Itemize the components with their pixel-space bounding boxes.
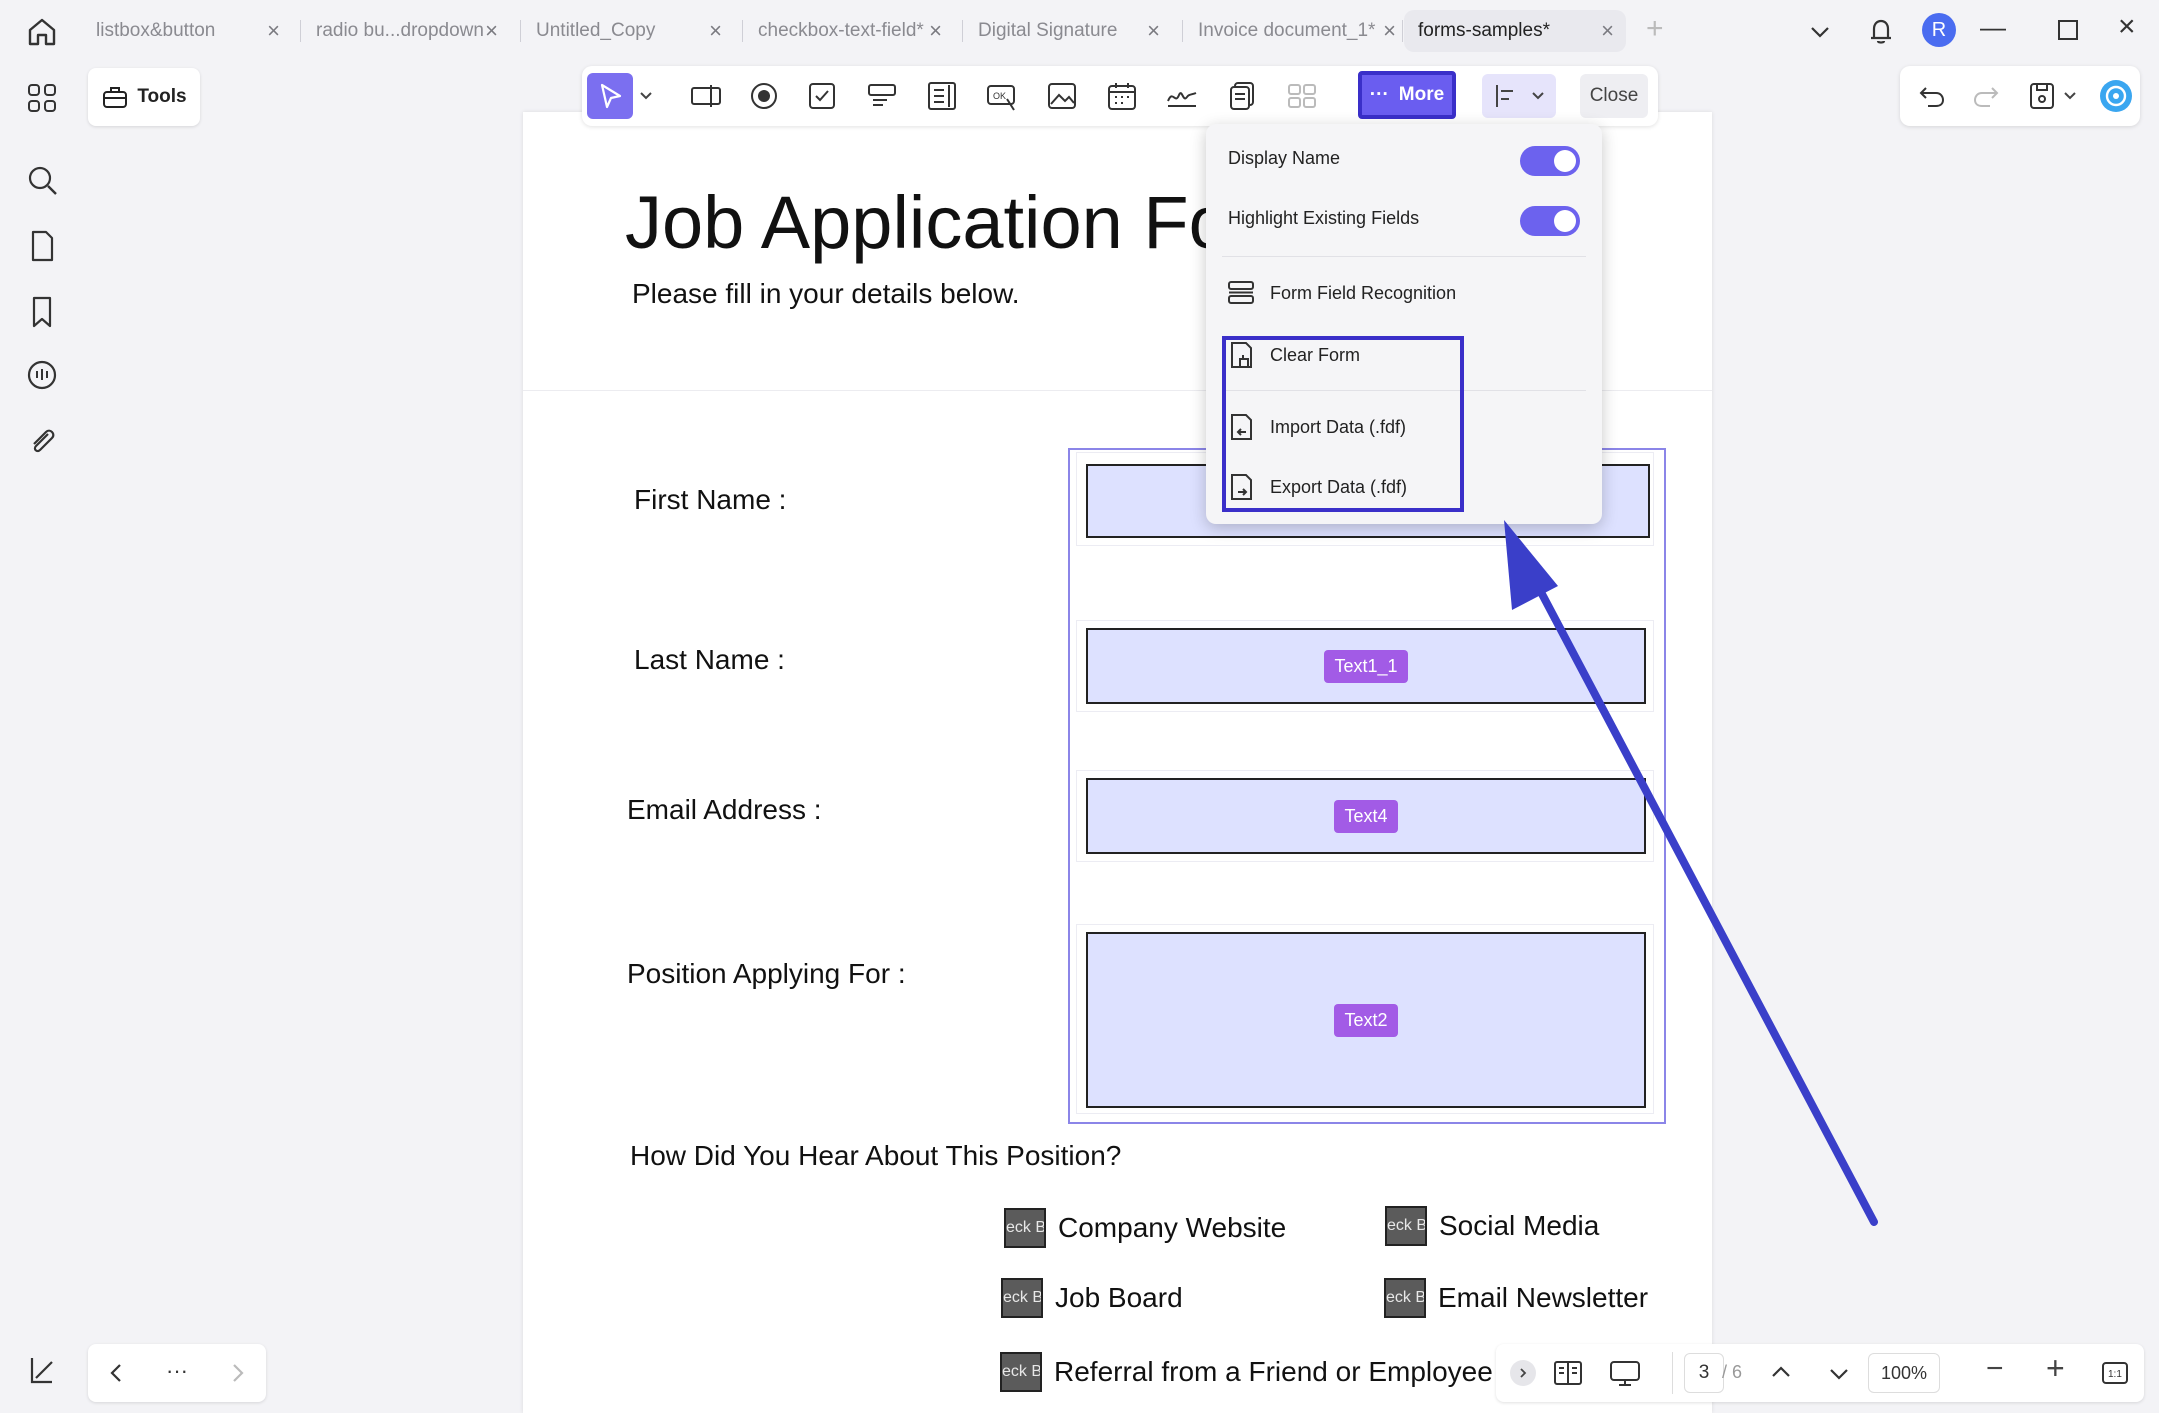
expand-button[interactable] bbox=[1510, 1360, 1536, 1386]
chevron-right-icon bbox=[1520, 1368, 1527, 1378]
page-total: / 6 bbox=[1722, 1362, 1743, 1382]
toolbar-divider bbox=[1672, 1352, 1673, 1394]
zoom-level-input[interactable]: 100% bbox=[1868, 1353, 1940, 1393]
svg-text:1:1: 1:1 bbox=[2108, 1369, 2122, 1380]
annotation-arrow bbox=[1504, 520, 1878, 1226]
view-controls-bar: 3 / 6 100% − + 1:1 bbox=[1496, 1344, 2144, 1402]
chevron-up-icon[interactable] bbox=[1768, 1360, 1794, 1386]
chevron-down-icon[interactable] bbox=[1826, 1360, 1852, 1386]
zoom-out-icon[interactable]: − bbox=[1986, 1352, 2004, 1386]
chevron-right-icon[interactable] bbox=[224, 1360, 250, 1386]
actual-size-icon[interactable]: 1:1 bbox=[2100, 1358, 2130, 1388]
presentation-icon[interactable] bbox=[1608, 1358, 1642, 1388]
page-nav-bar: ··· bbox=[88, 1344, 266, 1402]
reading-mode-icon[interactable] bbox=[1552, 1358, 1584, 1388]
zoom-in-icon[interactable]: + bbox=[2046, 1350, 2065, 1387]
page-number-input[interactable]: 3 bbox=[1684, 1353, 1724, 1393]
ellipsis-button[interactable]: ··· bbox=[166, 1358, 188, 1384]
chevron-left-icon[interactable] bbox=[104, 1360, 130, 1386]
